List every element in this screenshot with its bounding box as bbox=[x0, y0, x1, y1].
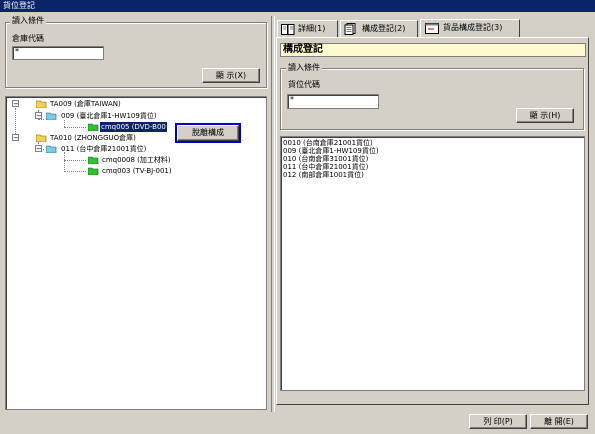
tree-connector bbox=[64, 171, 86, 172]
item-folder-icon bbox=[88, 167, 99, 175]
item-folder-icon bbox=[88, 156, 99, 164]
left-filter-legend: 讀入條件 bbox=[10, 16, 46, 26]
tab-composition[interactable]: 構成登記(2) bbox=[340, 20, 418, 38]
collapse-toggle-icon[interactable]: − bbox=[12, 134, 19, 142]
tab-goods-composition-label: 貨品構成登記(3) bbox=[443, 23, 503, 32]
folder-open-icon bbox=[46, 112, 57, 120]
close-button[interactable]: 離 開(E) bbox=[530, 414, 588, 429]
warehouse-code-label: 倉庫代碼 bbox=[12, 34, 44, 43]
right-show-button[interactable]: 顯 示(H) bbox=[516, 108, 574, 123]
tree-node-009[interactable]: 009 (臺北倉庫1-HW109貨位) bbox=[61, 111, 157, 121]
composition-header-title: 構成登記 bbox=[283, 44, 323, 55]
list-item[interactable]: 010 (台南倉庫31001貨位) bbox=[283, 155, 584, 163]
tree-node-ta009[interactable]: TA009 (倉庫TAIWAN) bbox=[50, 99, 121, 109]
location-code-label: 貨位代碼 bbox=[288, 80, 320, 89]
window-title: 貨位登記 bbox=[3, 1, 35, 10]
list-item[interactable]: 012 (南部倉庫1001貨位) bbox=[283, 171, 584, 179]
tab-composition-label: 構成登記(2) bbox=[362, 24, 406, 33]
tree-connector bbox=[64, 160, 86, 161]
list-item[interactable]: 009 (臺北倉庫1-HW109貨位) bbox=[283, 147, 584, 155]
composition-header: 構成登記 bbox=[280, 43, 586, 57]
list-item[interactable]: 0010 (台南倉庫21001貨位) bbox=[283, 139, 584, 147]
window-icon bbox=[425, 23, 439, 34]
tab-goods-composition[interactable]: 貨品構成登記(3) bbox=[420, 19, 520, 38]
collapse-toggle-icon[interactable]: − bbox=[35, 112, 42, 120]
tree-connector bbox=[64, 152, 65, 172]
warehouse-code-input[interactable]: * bbox=[12, 46, 104, 60]
tab-detail-label: 詳細(1) bbox=[298, 24, 326, 33]
location-code-input[interactable]: * bbox=[287, 94, 379, 109]
pane-splitter[interactable] bbox=[271, 16, 275, 412]
location-list[interactable]: 0010 (台南倉庫21001貨位) 009 (臺北倉庫1-HW109貨位) 0… bbox=[280, 136, 585, 391]
window-title-bar: 貨位登記 bbox=[0, 0, 595, 12]
context-menu-item-detach[interactable]: 脫離構成 bbox=[177, 125, 239, 141]
tree-connector bbox=[64, 127, 86, 128]
tree-connector bbox=[64, 120, 65, 127]
tree-node-cmq005-selected[interactable]: cmq005 (DVD-B00 bbox=[100, 122, 167, 132]
collapse-toggle-icon[interactable]: − bbox=[12, 100, 19, 108]
collapse-toggle-icon[interactable]: − bbox=[35, 145, 42, 153]
document-stack-icon bbox=[344, 23, 356, 35]
tree-node-cmq0008[interactable]: cmq0008 (加工材料) bbox=[102, 155, 171, 165]
tree-node-ta010[interactable]: TA010 (ZHONGGUO倉庫) bbox=[50, 133, 136, 143]
tree-node-cmq003[interactable]: cmq003 (TV-BJ-001) bbox=[102, 166, 172, 176]
left-show-button[interactable]: 顯 示(X) bbox=[202, 68, 260, 83]
list-item[interactable]: 011 (台中倉庫21001貨位) bbox=[283, 163, 584, 171]
folder-open-icon bbox=[36, 100, 47, 108]
print-button[interactable]: 列 印(P) bbox=[469, 414, 527, 429]
tree-node-011[interactable]: 011 (台中倉庫21001貨位) bbox=[61, 144, 146, 154]
context-menu: 脫離構成 bbox=[175, 123, 241, 143]
folder-open-icon bbox=[46, 145, 57, 153]
right-filter-legend: 讀入條件 bbox=[286, 63, 322, 73]
book-icon bbox=[281, 24, 295, 35]
tab-detail[interactable]: 詳細(1) bbox=[277, 20, 338, 38]
folder-open-icon bbox=[36, 134, 47, 142]
item-folder-icon bbox=[88, 123, 99, 131]
